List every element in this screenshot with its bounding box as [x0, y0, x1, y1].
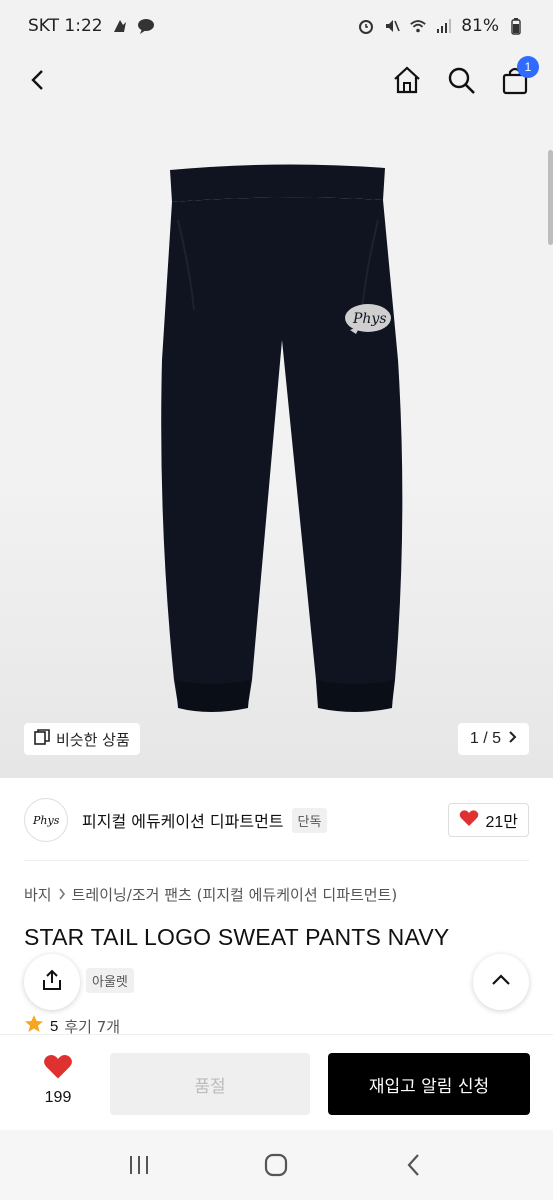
sold-out-button: 품절 [110, 1053, 310, 1115]
status-right: 81% [357, 16, 525, 36]
back-arrow-icon[interactable] [22, 64, 54, 96]
carrier-time: SKT 1:22 [28, 16, 103, 36]
mute-icon [383, 17, 401, 35]
rating-value: 5 [50, 1017, 59, 1035]
scroll-indicator[interactable] [548, 150, 553, 245]
back-nav-icon[interactable] [394, 1145, 434, 1185]
wishlist-button[interactable]: 199 [30, 1053, 86, 1107]
logo-text: Phys [352, 311, 387, 327]
app-header: 1 [0, 52, 553, 108]
search-icon[interactable] [445, 64, 477, 96]
brand-name[interactable]: 피지컬 에듀케이션 디파트먼트 [82, 808, 284, 832]
copy-icon [34, 729, 50, 749]
chevron-up-icon [489, 968, 513, 996]
recent-apps-icon[interactable] [119, 1145, 159, 1185]
restock-alert-button[interactable]: 재입고 알림 신청 [328, 1053, 530, 1115]
brand-logo-text: Phys [32, 814, 60, 827]
breadcrumb-category[interactable]: 바지 [24, 884, 52, 905]
status-bar: SKT 1:22 81% [0, 0, 553, 52]
shopping-bag-icon[interactable]: 1 [499, 56, 539, 96]
wishlist-count: 199 [44, 1089, 72, 1106]
outlet-badge: 아울렛 [86, 968, 134, 993]
divider [24, 860, 529, 861]
battery-percent: 81% [461, 16, 499, 36]
header-actions: 1 [391, 56, 539, 96]
brand-like-button[interactable]: 21만 [448, 803, 529, 837]
exclusive-badge: 단독 [291, 807, 328, 833]
heart-icon [43, 1053, 73, 1085]
breadcrumb: 바지 트레이닝/조거 팬츠 (피지컬 에듀케이션 디파트먼트) [24, 884, 397, 905]
product-image: Phys [161, 164, 403, 712]
share-icon [40, 968, 64, 996]
home-icon[interactable] [391, 64, 423, 96]
brand-logo[interactable]: Phys [24, 798, 68, 842]
share-button[interactable] [24, 954, 80, 1010]
system-nav-bar [0, 1130, 553, 1200]
chevron-right-icon [58, 886, 66, 904]
purchase-action-bar: 199 품절 재입고 알림 신청 [0, 1034, 553, 1130]
wifi-icon [409, 17, 427, 35]
pager-text: 1 / 5 [469, 730, 501, 747]
alarm-icon [357, 17, 375, 35]
app-notification-icon [111, 17, 129, 35]
image-pager[interactable]: 1 / 5 [457, 723, 529, 755]
similar-products-label: 비슷한 상품 [56, 730, 130, 749]
similar-products-button[interactable]: 비슷한 상품 [24, 723, 140, 755]
status-left: SKT 1:22 [28, 16, 155, 36]
scroll-to-top-button[interactable] [473, 954, 529, 1010]
chat-notification-icon [137, 17, 155, 35]
product-title: STAR TAIL LOGO SWEAT PANTS NAVY [24, 924, 450, 950]
battery-icon [507, 17, 525, 35]
home-nav-icon[interactable] [256, 1145, 296, 1185]
breadcrumb-subcategory[interactable]: 트레이닝/조거 팬츠 (피지컬 에듀케이션 디파트먼트) [72, 884, 398, 905]
heart-icon [459, 809, 479, 832]
cart-count-badge: 1 [517, 56, 539, 78]
chevron-right-icon [507, 730, 517, 749]
signal-icon [435, 17, 453, 35]
brand-row: Phys 피지컬 에듀케이션 디파트먼트 단독 21만 [24, 795, 529, 845]
brand-like-count: 21만 [485, 814, 518, 831]
product-image-carousel[interactable]: Phys 비슷한 상품 1 / 5 [0, 108, 553, 778]
